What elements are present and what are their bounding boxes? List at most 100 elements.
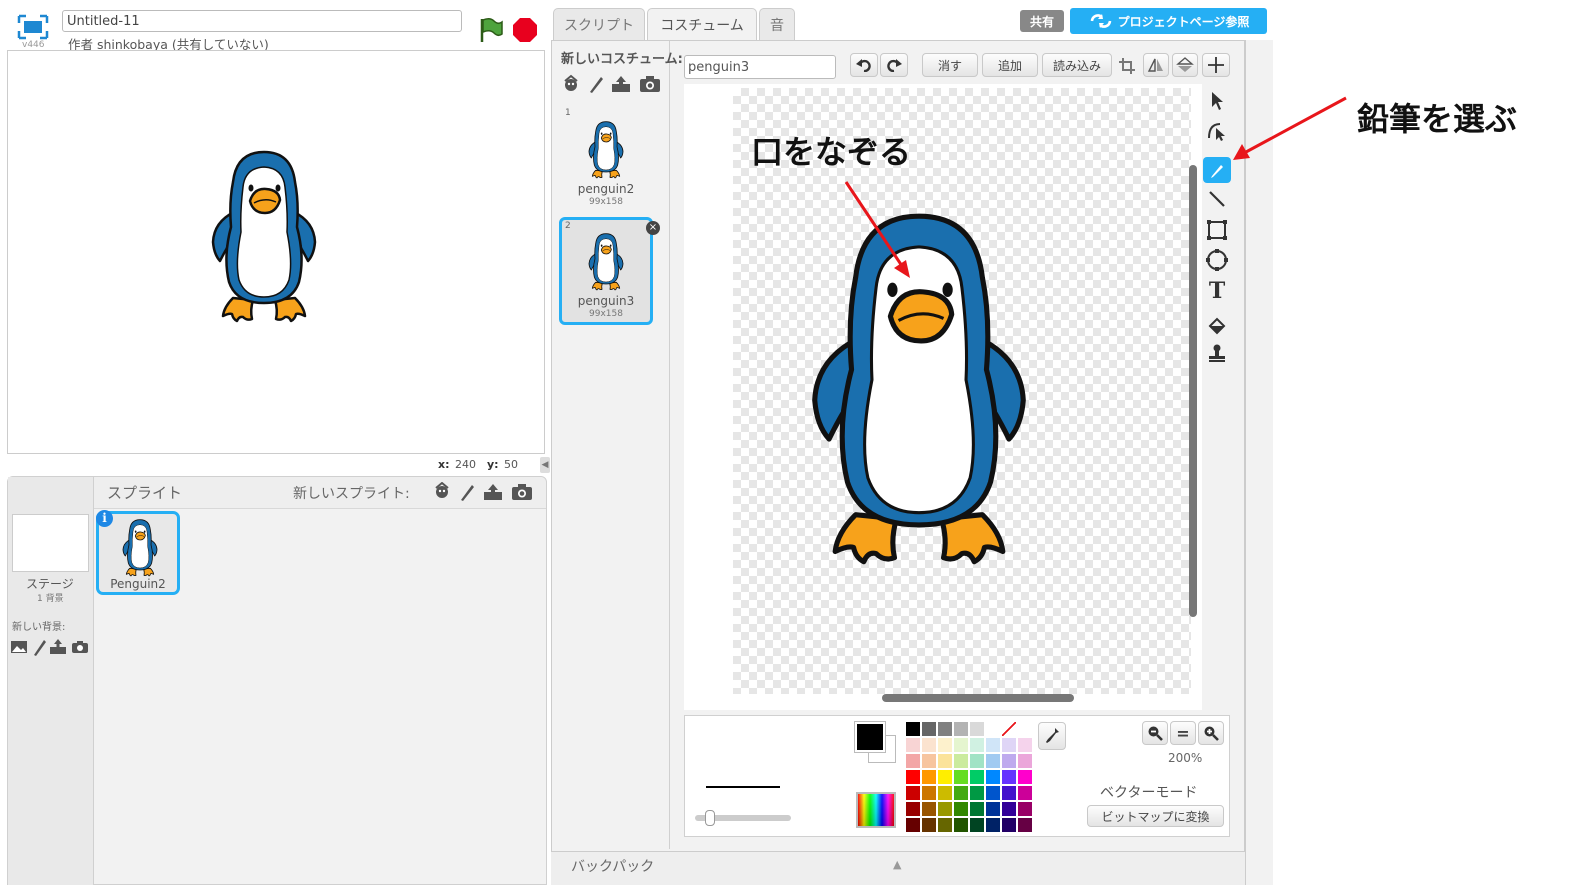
upload-sprite-icon[interactable] <box>481 480 505 504</box>
paint-backdrop-icon[interactable] <box>30 637 50 657</box>
stage-thumbnail[interactable] <box>12 514 89 572</box>
color-swatch[interactable] <box>970 802 984 816</box>
stop-icon[interactable] <box>512 17 538 43</box>
color-swatch[interactable] <box>970 770 984 784</box>
backpack-bar[interactable]: バックパック ▲ <box>551 851 1245 885</box>
project-page-button[interactable]: プロジェクトページ参照 <box>1070 8 1267 34</box>
stage-sprite-penguin[interactable] <box>206 147 322 327</box>
color-swatch[interactable] <box>1002 786 1016 800</box>
color-swatch[interactable] <box>922 722 936 736</box>
primary-color-swatch[interactable] <box>854 721 886 753</box>
color-swatch[interactable] <box>938 722 952 736</box>
paint-costume-icon[interactable] <box>584 72 608 96</box>
color-swatch[interactable] <box>922 786 936 800</box>
import-button[interactable]: 読み込み <box>1042 53 1112 77</box>
color-swatch[interactable] <box>954 818 968 832</box>
color-swatch[interactable] <box>1018 818 1032 832</box>
color-swatch[interactable] <box>1018 770 1032 784</box>
color-swatch[interactable] <box>954 802 968 816</box>
color-swatch[interactable] <box>986 802 1000 816</box>
color-picker-gradient[interactable] <box>856 792 896 828</box>
color-swatch[interactable] <box>922 738 936 752</box>
color-swatch[interactable] <box>1002 818 1016 832</box>
zoom-in-button[interactable] <box>1198 721 1224 745</box>
project-title-input[interactable] <box>62 10 462 32</box>
stroke-width-slider-thumb[interactable] <box>705 810 715 826</box>
eyedropper-button[interactable] <box>1038 722 1066 750</box>
color-swatch[interactable] <box>906 770 920 784</box>
color-swatch[interactable] <box>970 754 984 768</box>
flip-vertical-button[interactable] <box>1172 53 1198 77</box>
camera-costume-icon[interactable] <box>638 72 662 96</box>
costume-library-icon[interactable] <box>559 72 583 96</box>
color-swatch[interactable] <box>954 722 968 736</box>
expand-backpack-icon[interactable]: ▲ <box>893 858 901 871</box>
color-swatch[interactable] <box>938 818 952 832</box>
tab-costumes[interactable]: コスチューム <box>647 8 757 41</box>
color-swatch[interactable] <box>986 786 1000 800</box>
color-swatch[interactable] <box>922 818 936 832</box>
color-swatch[interactable] <box>1002 802 1016 816</box>
add-button[interactable]: 追加 <box>982 53 1038 77</box>
color-swatch[interactable] <box>906 722 920 736</box>
color-swatch[interactable] <box>1018 754 1032 768</box>
select-tool-icon[interactable] <box>1203 88 1231 114</box>
costume-item-selected[interactable]: 2 penguin3 99x158 <box>559 217 653 325</box>
color-swatch[interactable] <box>906 802 920 816</box>
color-swatch[interactable] <box>970 722 984 736</box>
backdrop-library-icon[interactable] <box>9 637 29 657</box>
color-swatch[interactable] <box>970 786 984 800</box>
color-swatch[interactable] <box>938 754 952 768</box>
color-swatch[interactable] <box>986 754 1000 768</box>
stamp-tool-icon[interactable] <box>1203 340 1231 366</box>
sprite-library-icon[interactable] <box>430 480 454 504</box>
reshape-tool-icon[interactable] <box>1203 118 1231 144</box>
color-swatch[interactable] <box>1018 786 1032 800</box>
color-swatch[interactable] <box>970 738 984 752</box>
camera-backdrop-icon[interactable] <box>70 637 90 657</box>
tab-sounds[interactable]: 音 <box>759 8 795 40</box>
collapse-stage-icon[interactable]: ◀ <box>540 457 550 473</box>
color-swatch[interactable] <box>986 818 1000 832</box>
color-swatch[interactable] <box>954 754 968 768</box>
color-swatch[interactable] <box>954 770 968 784</box>
color-swatch[interactable] <box>1018 802 1032 816</box>
paint-canvas[interactable] <box>733 88 1191 694</box>
upload-costume-icon[interactable] <box>609 72 633 96</box>
clear-button[interactable]: 消す <box>922 53 978 77</box>
flip-horizontal-button[interactable] <box>1143 53 1169 77</box>
fill-tool-icon[interactable] <box>1203 313 1231 339</box>
line-tool-icon[interactable] <box>1203 186 1231 212</box>
zoom-reset-button[interactable]: = <box>1170 721 1196 745</box>
delete-costume-icon[interactable]: × <box>646 221 660 235</box>
undo-button[interactable] <box>850 53 878 77</box>
color-swatch[interactable] <box>922 770 936 784</box>
color-swatch[interactable] <box>906 738 920 752</box>
vertical-scrollbar[interactable] <box>1189 165 1197 617</box>
color-swatch[interactable] <box>906 754 920 768</box>
green-flag-icon[interactable] <box>476 16 504 44</box>
color-swatch[interactable] <box>906 786 920 800</box>
color-swatch[interactable] <box>1002 754 1016 768</box>
horizontal-scrollbar[interactable] <box>882 694 1074 702</box>
camera-sprite-icon[interactable] <box>510 480 534 504</box>
upload-backdrop-icon[interactable] <box>48 637 68 657</box>
color-swatch[interactable] <box>954 786 968 800</box>
info-icon[interactable]: i <box>96 510 113 527</box>
fullscreen-icon[interactable] <box>17 14 49 40</box>
color-swatch[interactable] <box>1018 738 1032 752</box>
color-swatch[interactable] <box>986 738 1000 752</box>
color-swatch[interactable] <box>922 754 936 768</box>
color-swatch[interactable] <box>970 818 984 832</box>
redo-button[interactable] <box>880 53 908 77</box>
color-swatch[interactable] <box>938 786 952 800</box>
costume-item[interactable]: 1 penguin2 99x158 <box>560 106 652 212</box>
transparent-swatch[interactable] <box>1002 722 1016 736</box>
color-swatch[interactable] <box>986 770 1000 784</box>
tab-scripts[interactable]: スクリプト <box>553 8 645 40</box>
stage[interactable] <box>7 50 545 454</box>
pencil-tool-icon[interactable] <box>1203 157 1231 183</box>
color-swatch[interactable] <box>1002 738 1016 752</box>
rectangle-tool-icon[interactable] <box>1203 217 1231 243</box>
color-swatch[interactable] <box>938 802 952 816</box>
